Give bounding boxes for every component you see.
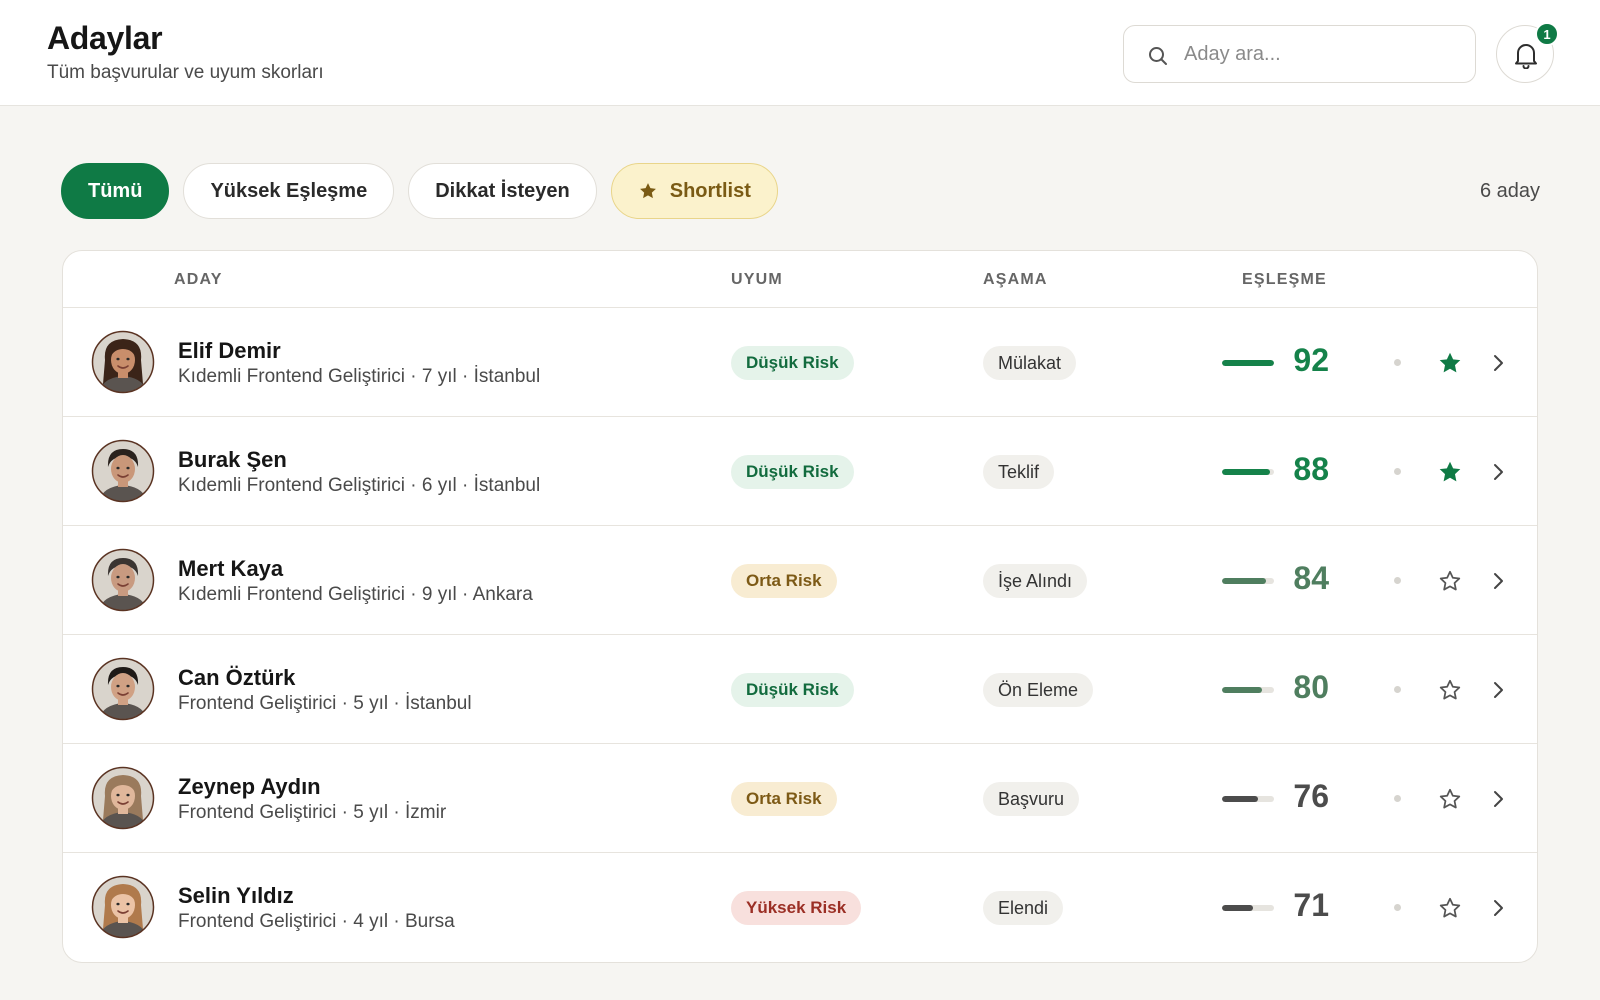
avatar [91, 439, 155, 503]
filter-chip-needs-attention[interactable]: Dikkat İsteyen [408, 163, 597, 219]
avatar [91, 330, 155, 394]
column-header-candidate: ADAY [174, 271, 223, 288]
column-header-stage: AŞAMA [983, 271, 1048, 288]
chevron-right-icon[interactable] [1488, 570, 1508, 592]
table-row[interactable]: Zeynep Aydın Frontend Geliştirici · 5 yıl… [63, 744, 1537, 853]
candidate-count: 6 aday [1479, 180, 1540, 202]
table-row[interactable]: Selin Yıldız Frontend Geliştirici · 4 yıl… [63, 853, 1537, 962]
match-bar-fill [1222, 469, 1270, 475]
candidate-name[interactable]: Elif Demir [178, 338, 281, 364]
candidates-table: ADAY UYUM AŞAMA EŞLEŞME Elif Demir Kıdeml… [62, 250, 1538, 963]
stage-badge: İşe Alındı [983, 564, 1088, 598]
table-row[interactable]: Can Öztürk Frontend Geliştirici · 5 yıl ·… [63, 635, 1537, 744]
match-bar-fill [1222, 360, 1274, 366]
candidate-name[interactable]: Selin Yıldız [178, 883, 294, 909]
filter-chip-label: Yüksek Eşleşme [210, 179, 368, 202]
candidate-name[interactable]: Mert Kaya [178, 556, 283, 582]
candidate-meta: Frontend Geliştirici · 4 yıl · Bursa [178, 911, 455, 932]
candidate-meta: Frontend Geliştirici · 5 yıl · İzmir [178, 802, 447, 823]
star-outline-icon[interactable] [1437, 786, 1463, 812]
candidate-meta: Kıdemli Frontend Geliştirici · 6 yıl · İ… [178, 475, 541, 496]
match-bar-fill [1222, 687, 1262, 693]
status-dot [1394, 359, 1401, 366]
chevron-right-icon[interactable] [1488, 897, 1508, 919]
risk-badge: Yüksek Risk [731, 891, 862, 925]
filter-chips: Tümü Yüksek Eşleşme Dikkat İsteyen Short… [61, 163, 778, 219]
chevron-right-icon[interactable] [1488, 679, 1508, 701]
stage-badge: Elendi [983, 891, 1064, 925]
app-header: Adaylar Tüm başvurular ve uyum skorları … [0, 0, 1600, 106]
column-header-match: EŞLEŞME [1242, 271, 1327, 288]
status-dot [1394, 795, 1401, 802]
risk-badge: Orta Risk [731, 782, 837, 816]
star-outline-icon[interactable] [1437, 568, 1463, 594]
filter-chip-shortlist[interactable]: Shortlist [610, 163, 778, 219]
filter-chip-all[interactable]: Tümü [61, 163, 170, 219]
star-filled-icon[interactable] [1437, 459, 1463, 485]
stage-badge: Teklif [983, 455, 1055, 489]
risk-badge: Düşük Risk [731, 455, 854, 489]
star-icon [639, 183, 656, 199]
match-bar [1222, 578, 1274, 584]
table-header: ADAY UYUM AŞAMA EŞLEŞME [63, 251, 1537, 308]
status-dot [1394, 686, 1401, 693]
match-score: 71 [1293, 887, 1329, 923]
candidate-name[interactable]: Can Öztürk [178, 665, 295, 691]
chevron-right-icon[interactable] [1488, 461, 1508, 483]
stage-badge: Mülakat [983, 346, 1077, 380]
match-bar-fill [1222, 578, 1266, 584]
search-icon [1149, 47, 1167, 65]
risk-badge: Düşük Risk [731, 346, 854, 380]
match-bar [1222, 796, 1274, 802]
star-outline-icon[interactable] [1437, 677, 1463, 703]
stage-badge: Ön Eleme [983, 673, 1094, 707]
candidate-meta: Frontend Geliştirici · 5 yıl · İstanbul [178, 693, 472, 714]
match-bar [1222, 360, 1274, 366]
search-input[interactable] [1184, 26, 1464, 82]
candidate-meta: Kıdemli Frontend Geliştirici · 7 yıl · İ… [178, 366, 541, 387]
candidate-name[interactable]: Zeynep Aydın [178, 774, 321, 800]
table-row[interactable]: Burak Şen Kıdemli Frontend Geliştirici · … [63, 417, 1537, 526]
match-bar [1222, 905, 1274, 911]
filter-chip-high-match[interactable]: Yüksek Eşleşme [183, 163, 395, 219]
filter-chip-label: Dikkat İsteyen [435, 179, 570, 202]
match-score: 76 [1293, 778, 1329, 814]
risk-badge: Düşük Risk [731, 673, 854, 707]
match-bar-fill [1222, 796, 1258, 802]
match-score: 92 [1293, 342, 1329, 378]
candidate-meta: Kıdemli Frontend Geliştirici · 9 yıl · A… [178, 584, 533, 605]
chevron-right-icon[interactable] [1488, 352, 1508, 374]
star-outline-icon[interactable] [1437, 895, 1463, 921]
risk-badge: Orta Risk [731, 564, 837, 598]
match-score: 88 [1293, 451, 1329, 487]
stage-badge: Başvuru [983, 782, 1080, 816]
avatar [91, 875, 155, 939]
page-title: Adaylar [47, 20, 163, 56]
status-dot [1394, 577, 1401, 584]
match-bar-fill [1222, 905, 1253, 911]
avatar [91, 766, 155, 830]
candidate-name[interactable]: Burak Şen [178, 447, 287, 473]
status-dot [1394, 468, 1401, 475]
match-bar [1222, 469, 1274, 475]
bell-icon [1515, 44, 1537, 69]
match-score: 80 [1293, 669, 1329, 705]
avatar [91, 548, 155, 612]
column-header-fit: UYUM [731, 271, 783, 288]
table-row[interactable]: Elif Demir Kıdemli Frontend Geliştirici ·… [63, 308, 1537, 417]
notifications-button[interactable]: 1 [1496, 22, 1559, 83]
match-score: 84 [1293, 560, 1329, 596]
status-dot [1394, 904, 1401, 911]
chevron-right-icon[interactable] [1488, 788, 1508, 810]
filter-chip-label: Shortlist [669, 179, 751, 202]
notification-count-badge: 1 [1535, 22, 1559, 46]
star-filled-icon[interactable] [1437, 350, 1463, 376]
page-subtitle: Tüm başvurular ve uyum skorları [47, 62, 324, 83]
table-row[interactable]: Mert Kaya Kıdemli Frontend Geliştirici · … [63, 526, 1537, 635]
match-bar [1222, 687, 1274, 693]
avatar [91, 657, 155, 721]
filter-chip-label: Tümü [88, 179, 143, 202]
search-box[interactable] [1123, 25, 1476, 83]
